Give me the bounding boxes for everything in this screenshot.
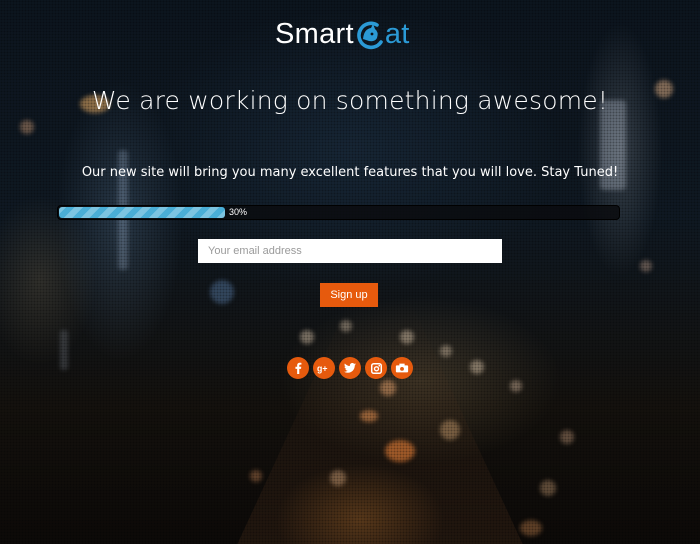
instagram-icon[interactable] (365, 357, 387, 379)
facebook-icon[interactable] (287, 357, 309, 379)
google-plus-icon[interactable]: g+ (313, 357, 335, 379)
signup-button[interactable]: Sign up (320, 283, 378, 307)
page-subline: Our new site will bring you many excelle… (81, 165, 619, 180)
foursquare-icon[interactable] (391, 357, 413, 379)
site-logo[interactable]: Smart at (275, 14, 410, 54)
progress-label: 30% (229, 207, 248, 217)
email-input[interactable] (198, 239, 502, 263)
twitter-icon[interactable] (339, 357, 361, 379)
logo-text-smart: Smart (275, 17, 354, 50)
progress-fill (59, 207, 226, 218)
logo-text-at: at (384, 17, 410, 50)
launch-progress-bar: 30% (57, 205, 620, 220)
page-headline: We are working on something awesome! (91, 86, 609, 115)
svg-text:g+: g+ (317, 364, 327, 374)
social-links: g+ (287, 357, 413, 379)
c-cat-icon (357, 21, 383, 50)
